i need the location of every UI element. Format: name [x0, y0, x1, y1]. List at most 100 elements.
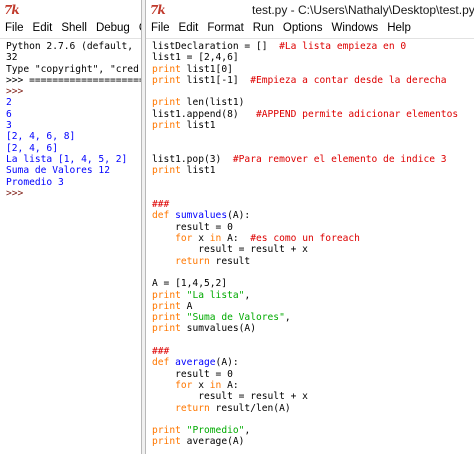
code-token: ,	[244, 289, 251, 301]
code-line: result = result + x	[152, 391, 474, 402]
editor-menu-help[interactable]: Help	[387, 21, 411, 34]
code-editor[interactable]: listDeclaration = [] #La lista empieza e…	[146, 39, 474, 448]
code-token: (A):	[215, 357, 239, 369]
code-line: for x in A: #es como un foreach	[152, 233, 474, 244]
shell-menu-shell[interactable]: Shell	[61, 21, 87, 34]
code-token: ###	[152, 199, 170, 211]
idle-logo-icon: 7k	[4, 3, 20, 17]
code-line: print "Promedio",	[152, 425, 474, 436]
code-token: ###	[152, 346, 170, 358]
shell-menu-debug[interactable]: Debug	[96, 21, 130, 34]
code-token: print	[152, 63, 181, 75]
code-line: print list1[-1] #Empieza a contar desde …	[152, 75, 474, 86]
code-token: A:	[221, 233, 251, 245]
shell-line: >>>	[6, 187, 24, 199]
code-token: "Suma de Valores"	[186, 312, 285, 324]
code-line: print list1	[152, 165, 474, 176]
code-token: #APPEND permite adicionar elementos	[255, 108, 459, 120]
code-token: return	[175, 255, 210, 267]
code-token: #Empieza a contar desde la derecha	[250, 74, 447, 86]
code-token: "La lista"	[186, 289, 245, 301]
shell-line: [2, 4, 6]	[6, 142, 58, 154]
shell-menu-optio[interactable]: Optio	[139, 21, 141, 34]
code-line: def sumvalues(A):	[152, 210, 474, 221]
code-line: result = 0	[152, 369, 474, 380]
editor-menu-windows[interactable]: Windows	[332, 21, 379, 34]
code-line: print "Suma de Valores",	[152, 312, 474, 323]
editor-menu-options[interactable]: Options	[283, 21, 323, 34]
code-token: print	[152, 436, 181, 448]
code-token: def	[152, 210, 170, 222]
code-token: result = result + x	[152, 244, 308, 256]
editor-menu-file[interactable]: File	[151, 21, 170, 34]
code-token: sumvalues(A)	[180, 323, 256, 335]
code-token: print	[152, 74, 181, 86]
code-token: print	[152, 300, 181, 312]
code-token: x	[192, 379, 210, 391]
code-line: print average(A)	[152, 436, 474, 447]
code-token: for	[175, 379, 193, 391]
code-token: (A):	[227, 210, 251, 222]
code-token: print	[152, 120, 181, 132]
idle-logo-icon: 7k	[150, 3, 166, 17]
code-token: list1	[180, 120, 216, 132]
window-title: test.py - C:\Users\Nathaly\Desktop\test.…	[252, 3, 474, 17]
code-line: result = result + x	[152, 244, 474, 255]
code-token: in	[209, 379, 222, 391]
shell-line: Type "copyright", "cred	[6, 63, 139, 75]
shell-titlebar[interactable]: 7k	[0, 0, 141, 21]
shell-line: 3	[6, 120, 12, 132]
code-token: print	[152, 97, 181, 109]
code-token: in	[209, 233, 222, 245]
code-line: for x in A:	[152, 380, 474, 391]
code-token: #La lista empieza en 0	[279, 41, 407, 52]
code-line: result = 0	[152, 222, 474, 233]
code-token: result/len(A)	[209, 402, 291, 414]
shell-line: 2	[6, 97, 12, 109]
code-line: listDeclaration = [] #La lista empieza e…	[152, 41, 474, 52]
code-token: print	[152, 323, 181, 335]
code-token: list1.pop(3)	[152, 153, 233, 165]
code-token: list1 = [2,4,6]	[152, 52, 239, 64]
code-line: return result/len(A)	[152, 403, 474, 414]
shell-line: [2, 4, 6, 8]	[6, 131, 76, 143]
code-token: def	[152, 357, 170, 369]
editor-menu-run[interactable]: Run	[253, 21, 274, 34]
code-line: return result	[152, 256, 474, 267]
code-line: print list1[0]	[152, 64, 474, 75]
editor-titlebar[interactable]: 7k test.py - C:\Users\Nathaly\Desktop\te…	[146, 0, 474, 21]
shell-menu-file[interactable]: File	[5, 21, 24, 34]
code-line: A = [1,4,5,2]	[152, 278, 474, 289]
code-token: result = 0	[152, 368, 233, 380]
code-token: list1[-1]	[180, 74, 251, 86]
code-token: #Para remover el elemento de indice 3	[232, 153, 447, 165]
code-line: print A	[152, 301, 474, 312]
code-token: for	[175, 233, 193, 245]
code-token: result = result + x	[152, 391, 308, 403]
shell-line: >>>	[6, 86, 24, 98]
editor-menu-format[interactable]: Format	[207, 21, 243, 34]
code-token: print	[152, 425, 181, 437]
editor-menubar: File Edit Format Run Options Windows Help	[146, 21, 474, 39]
shell-output[interactable]: Python 2.7.6 (default, 3 2 Type "copyright"…	[0, 39, 141, 199]
code-token: "Promedio"	[186, 425, 245, 437]
shell-line: Python 2.7.6 (default,	[6, 41, 134, 52]
shell-menu-edit[interactable]: Edit	[33, 21, 53, 34]
shell-line: >>> ==========================	[6, 74, 141, 86]
code-line: list1 = [2,4,6]	[152, 52, 474, 63]
code-token: print	[152, 312, 181, 324]
code-token: result = 0	[152, 221, 233, 233]
code-line: print sumvalues(A)	[152, 323, 474, 334]
code-token: len(list1)	[180, 97, 245, 109]
code-token: list1	[180, 165, 216, 177]
code-token: #es como un foreach	[250, 233, 360, 245]
editor-menu-edit[interactable]: Edit	[179, 21, 199, 34]
code-token: A	[180, 300, 193, 312]
